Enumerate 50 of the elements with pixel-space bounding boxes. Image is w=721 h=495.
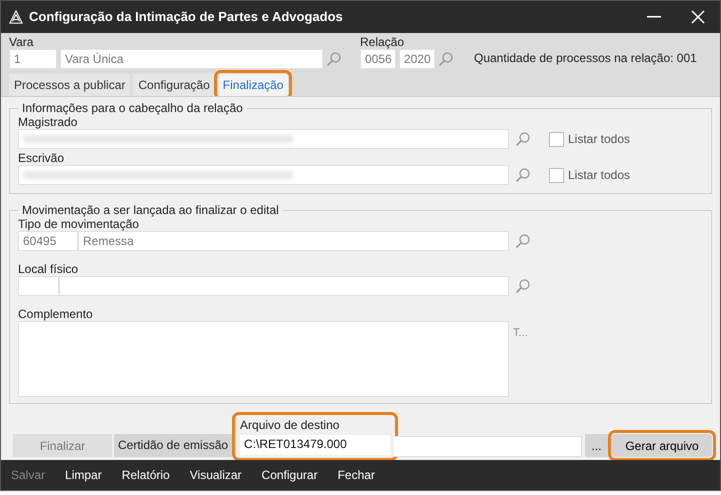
code-field[interactable]: 60495 [18,231,78,251]
search-icon[interactable] [515,131,531,147]
minimize-icon[interactable] [647,16,661,18]
group-title: Movimentação a ser lançada ao finalizar o edital [18,203,283,217]
tab[interactable]: Configuração [133,74,215,96]
name-field[interactable]: Remessa [78,231,509,251]
input-field[interactable] [18,129,509,149]
checkbox[interactable] [549,168,564,182]
search-icon[interactable] [515,233,531,249]
toolbar-button[interactable]: Limpar [65,466,102,484]
input-field[interactable] [18,165,509,185]
field-label: Arquivo de destino [240,418,340,432]
toolbar-button[interactable]: Configurar [262,466,318,484]
field-label: Tipo de movimentação [18,217,140,231]
logo-icon [9,10,23,24]
tab[interactable]: Finalização [218,74,288,96]
search-icon[interactable] [438,51,454,67]
checkbox[interactable] [549,132,564,146]
toolbar-button[interactable]: Relatório [122,466,170,484]
destination-field[interactable]: C:\RET013479.000 [240,435,390,455]
group-title: Informações para o cabeçalho da relação [18,101,247,115]
name-field[interactable]: Vara Única [60,49,323,69]
field-label: Vara [9,35,34,49]
close-icon[interactable] [691,10,705,24]
search-icon[interactable] [326,51,342,67]
checkbox-label: Listar todos [568,167,630,184]
destination-field-extension[interactable] [394,436,582,457]
checkbox-label: Listar todos [568,131,630,148]
window-title: Configuração da Intimação de Partes e Advogados [29,8,344,26]
field-label: Relação [360,35,406,49]
toolbar-button[interactable]: Fechar [338,466,375,484]
name-field[interactable] [59,276,509,296]
search-icon[interactable] [515,167,531,183]
count-text: Quantidade de processos na relação: 001 [474,50,697,67]
generate-button[interactable]: Gerar arquivo [612,434,712,457]
number-field[interactable]: 0056 [360,49,396,69]
text-area[interactable] [18,321,509,397]
field-label: Magistrado [18,115,78,129]
side-text: T... [513,326,528,341]
code-field[interactable] [18,276,59,296]
browse-button[interactable]: ... [585,434,608,457]
certidao-label: Certidão de emissão [114,434,232,457]
year-field[interactable]: 2020 [399,49,435,69]
search-icon[interactable] [515,278,531,294]
field-label: Local físico [18,262,80,276]
toolbar-button[interactable]: Visualizar [190,466,242,484]
tab[interactable]: Processos a publicar [9,74,130,96]
field-label: Escrivão [18,151,66,165]
field-label: Complemento [18,307,94,321]
code-field[interactable]: 1 [9,49,57,69]
